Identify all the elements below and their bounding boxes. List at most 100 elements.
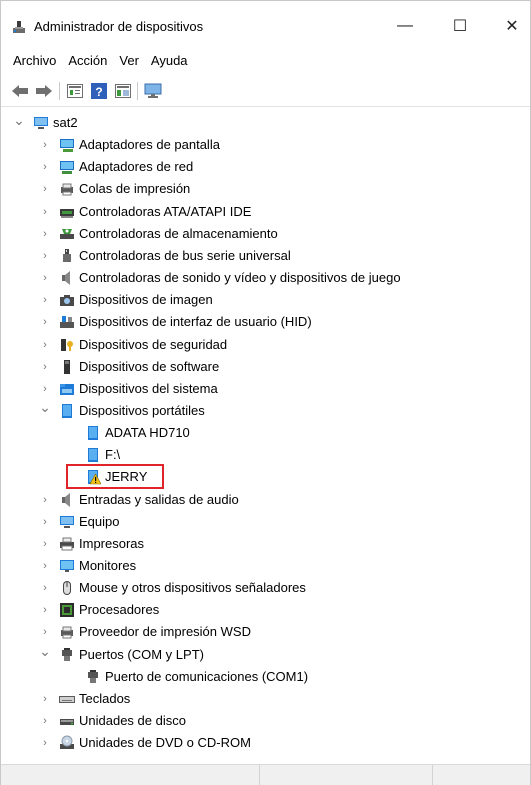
print-queue-icon: [61, 626, 73, 639]
expand-chevron-icon[interactable]: ›: [39, 178, 51, 200]
menu-accion[interactable]: Acción: [62, 50, 113, 72]
tree-node-category-11[interactable]: › Dispositivos del sistema: [1, 378, 530, 400]
forward-icon[interactable]: [34, 81, 54, 101]
dvd-drive-icon: [60, 735, 74, 750]
device-manager-window: Administrador de dispositivos — ☐ ✕ Arch…: [0, 0, 531, 785]
expand-chevron-icon[interactable]: ›: [39, 688, 51, 710]
tree-node-category-0[interactable]: › Adaptadores de pantalla: [1, 134, 530, 156]
title-bar[interactable]: Administrador de dispositivos — ☐ ✕: [1, 1, 530, 45]
tree-node-category-4[interactable]: › Controladoras de almacenamiento: [1, 223, 530, 245]
tree-node-label: Entradas y salidas de audio: [79, 491, 239, 507]
expand-chevron-icon[interactable]: ›: [39, 334, 51, 356]
tree-node-category-3[interactable]: › Controladoras ATA/ATAPI IDE: [1, 201, 530, 223]
tree-node-label: Controladoras de almacenamiento: [79, 225, 278, 241]
device-manager-icon: [13, 21, 25, 33]
tree-node-category-10[interactable]: › Dispositivos de software: [1, 356, 530, 378]
expand-chevron-icon[interactable]: ›: [39, 555, 51, 577]
expand-chevron-icon[interactable]: ›: [39, 511, 51, 533]
expand-chevron-icon[interactable]: ›: [39, 245, 51, 267]
monitor-icon[interactable]: [143, 81, 163, 101]
properties-icon[interactable]: [65, 81, 85, 101]
tree-node-category-2[interactable]: › Colas de impresión: [1, 178, 530, 200]
menu-ver[interactable]: Ver: [113, 50, 145, 72]
expand-chevron-icon[interactable]: ›: [39, 732, 51, 754]
tree-node-label: Adaptadores de pantalla: [79, 137, 220, 153]
disk-drive-icon: [60, 719, 74, 726]
expand-chevron-icon[interactable]: ›: [39, 201, 51, 223]
tree-node-category-17[interactable]: › Mouse y otros dispositivos señaladores: [1, 577, 530, 599]
tree-node-category-20[interactable]: ⌄ Puertos (COM y LPT): [1, 641, 530, 666]
svg-text:?: ?: [95, 85, 102, 99]
tree-node-device-20-0[interactable]: Puerto de comunicaciones (COM1): [1, 666, 530, 688]
expand-chevron-icon[interactable]: ›: [39, 134, 51, 156]
expand-chevron-icon[interactable]: ›: [39, 710, 51, 732]
tree-node-label: Adaptadores de red: [79, 159, 194, 175]
collapse-chevron-icon[interactable]: ⌄: [39, 641, 51, 663]
tree-node-category-19[interactable]: › Proveedor de impresión WSD: [1, 621, 530, 643]
tree-node-category-8[interactable]: › Dispositivos de interfaz de usuario (HI…: [1, 311, 530, 333]
status-cell-1: [259, 765, 260, 785]
tree-node-category-6[interactable]: › Controladoras de sonido y vídeo y dispo…: [1, 267, 530, 289]
highlight-annotation: [66, 464, 164, 489]
show-hide-console-tree-icon[interactable]: [113, 81, 133, 101]
tree-node-label: Puerto de comunicaciones (COM1): [105, 668, 309, 684]
device-tree[interactable]: ⌄ sat2 › Adaptadores de pantalla › Adaptadore…: [1, 112, 530, 764]
tree-node-category-22[interactable]: › Unidades de disco: [1, 710, 530, 732]
expand-chevron-icon[interactable]: ›: [39, 577, 51, 599]
collapse-chevron-icon[interactable]: ⌄: [39, 397, 51, 419]
tree-node-category-21[interactable]: › Teclados: [1, 688, 530, 710]
speaker-icon: [62, 271, 70, 286]
expand-chevron-icon[interactable]: ›: [39, 267, 51, 289]
expand-chevron-icon[interactable]: ›: [39, 156, 51, 178]
expand-chevron-icon[interactable]: ›: [39, 533, 51, 555]
window-title: Administrador de dispositivos: [34, 19, 204, 34]
menu-archivo[interactable]: Archivo: [7, 50, 62, 72]
tree-node-label: Dispositivos de interfaz de usuario (HID…: [79, 314, 312, 330]
tree-node-label: Controladoras de sonido y vídeo y dispos…: [79, 270, 401, 286]
port-icon: [62, 647, 72, 661]
expand-chevron-icon[interactable]: ›: [39, 489, 51, 511]
portable-device-icon: [88, 448, 98, 463]
tree-node-label: Dispositivos de seguridad: [79, 336, 228, 352]
tree-node-label: Controladoras ATA/ATAPI IDE: [79, 203, 252, 219]
maximize-button[interactable]: ☐: [437, 9, 483, 43]
expand-chevron-icon[interactable]: ›: [39, 599, 51, 621]
tree-node-root[interactable]: ⌄ sat2: [1, 112, 530, 134]
tree-node-category-15[interactable]: › Impresoras: [1, 533, 530, 555]
status-cell-2: [432, 765, 433, 785]
mouse-icon: [63, 581, 71, 596]
tree-node-label: Mouse y otros dispositivos señaladores: [79, 580, 306, 596]
tree-node-category-14[interactable]: › Equipo: [1, 511, 530, 533]
minimize-button[interactable]: —: [382, 9, 428, 43]
tree-node-label: Impresoras: [79, 535, 145, 551]
tree-node-category-13[interactable]: › Entradas y salidas de audio: [1, 489, 530, 511]
tree-node-device-12-0[interactable]: ADATA HD710: [1, 422, 530, 444]
tree-node-category-16[interactable]: › Monitores: [1, 555, 530, 577]
close-button[interactable]: ✕: [489, 9, 531, 43]
tree-node-category-9[interactable]: › Dispositivos de seguridad: [1, 334, 530, 356]
back-icon[interactable]: [10, 81, 30, 101]
storage-controller-icon: [60, 228, 74, 239]
tree-node-category-12[interactable]: ⌄ Dispositivos portátiles: [1, 397, 530, 422]
help-icon[interactable]: ?: [89, 81, 109, 101]
expand-chevron-icon[interactable]: ›: [39, 289, 51, 311]
computer-icon: [60, 515, 74, 528]
hid-icon: [60, 316, 74, 329]
expand-chevron-icon[interactable]: ›: [39, 223, 51, 245]
computer-icon: [34, 117, 48, 129]
tree-node-category-1[interactable]: › Adaptadores de red: [1, 156, 530, 178]
tree-node-category-23[interactable]: › Unidades de DVD o CD-ROM: [1, 732, 530, 754]
tree-node-label: F:\: [105, 447, 121, 463]
expand-chevron-icon[interactable]: ›: [39, 311, 51, 333]
tree-node-category-7[interactable]: › Dispositivos de imagen: [1, 289, 530, 311]
expand-chevron-icon[interactable]: ›: [39, 356, 51, 378]
tree-node-device-12-1[interactable]: F:\: [1, 444, 530, 466]
collapse-chevron-icon[interactable]: ⌄: [13, 109, 25, 131]
tree-node-label: Dispositivos del sistema: [79, 380, 218, 396]
printer-icon: [60, 537, 74, 551]
tree-node-category-5[interactable]: › Controladoras de bus serie universal: [1, 245, 530, 267]
menu-ayuda[interactable]: Ayuda: [145, 50, 194, 72]
tree-node-category-18[interactable]: › Procesadores: [1, 599, 530, 621]
toolbar: ?: [1, 75, 530, 107]
portable-device-icon: [88, 426, 98, 441]
